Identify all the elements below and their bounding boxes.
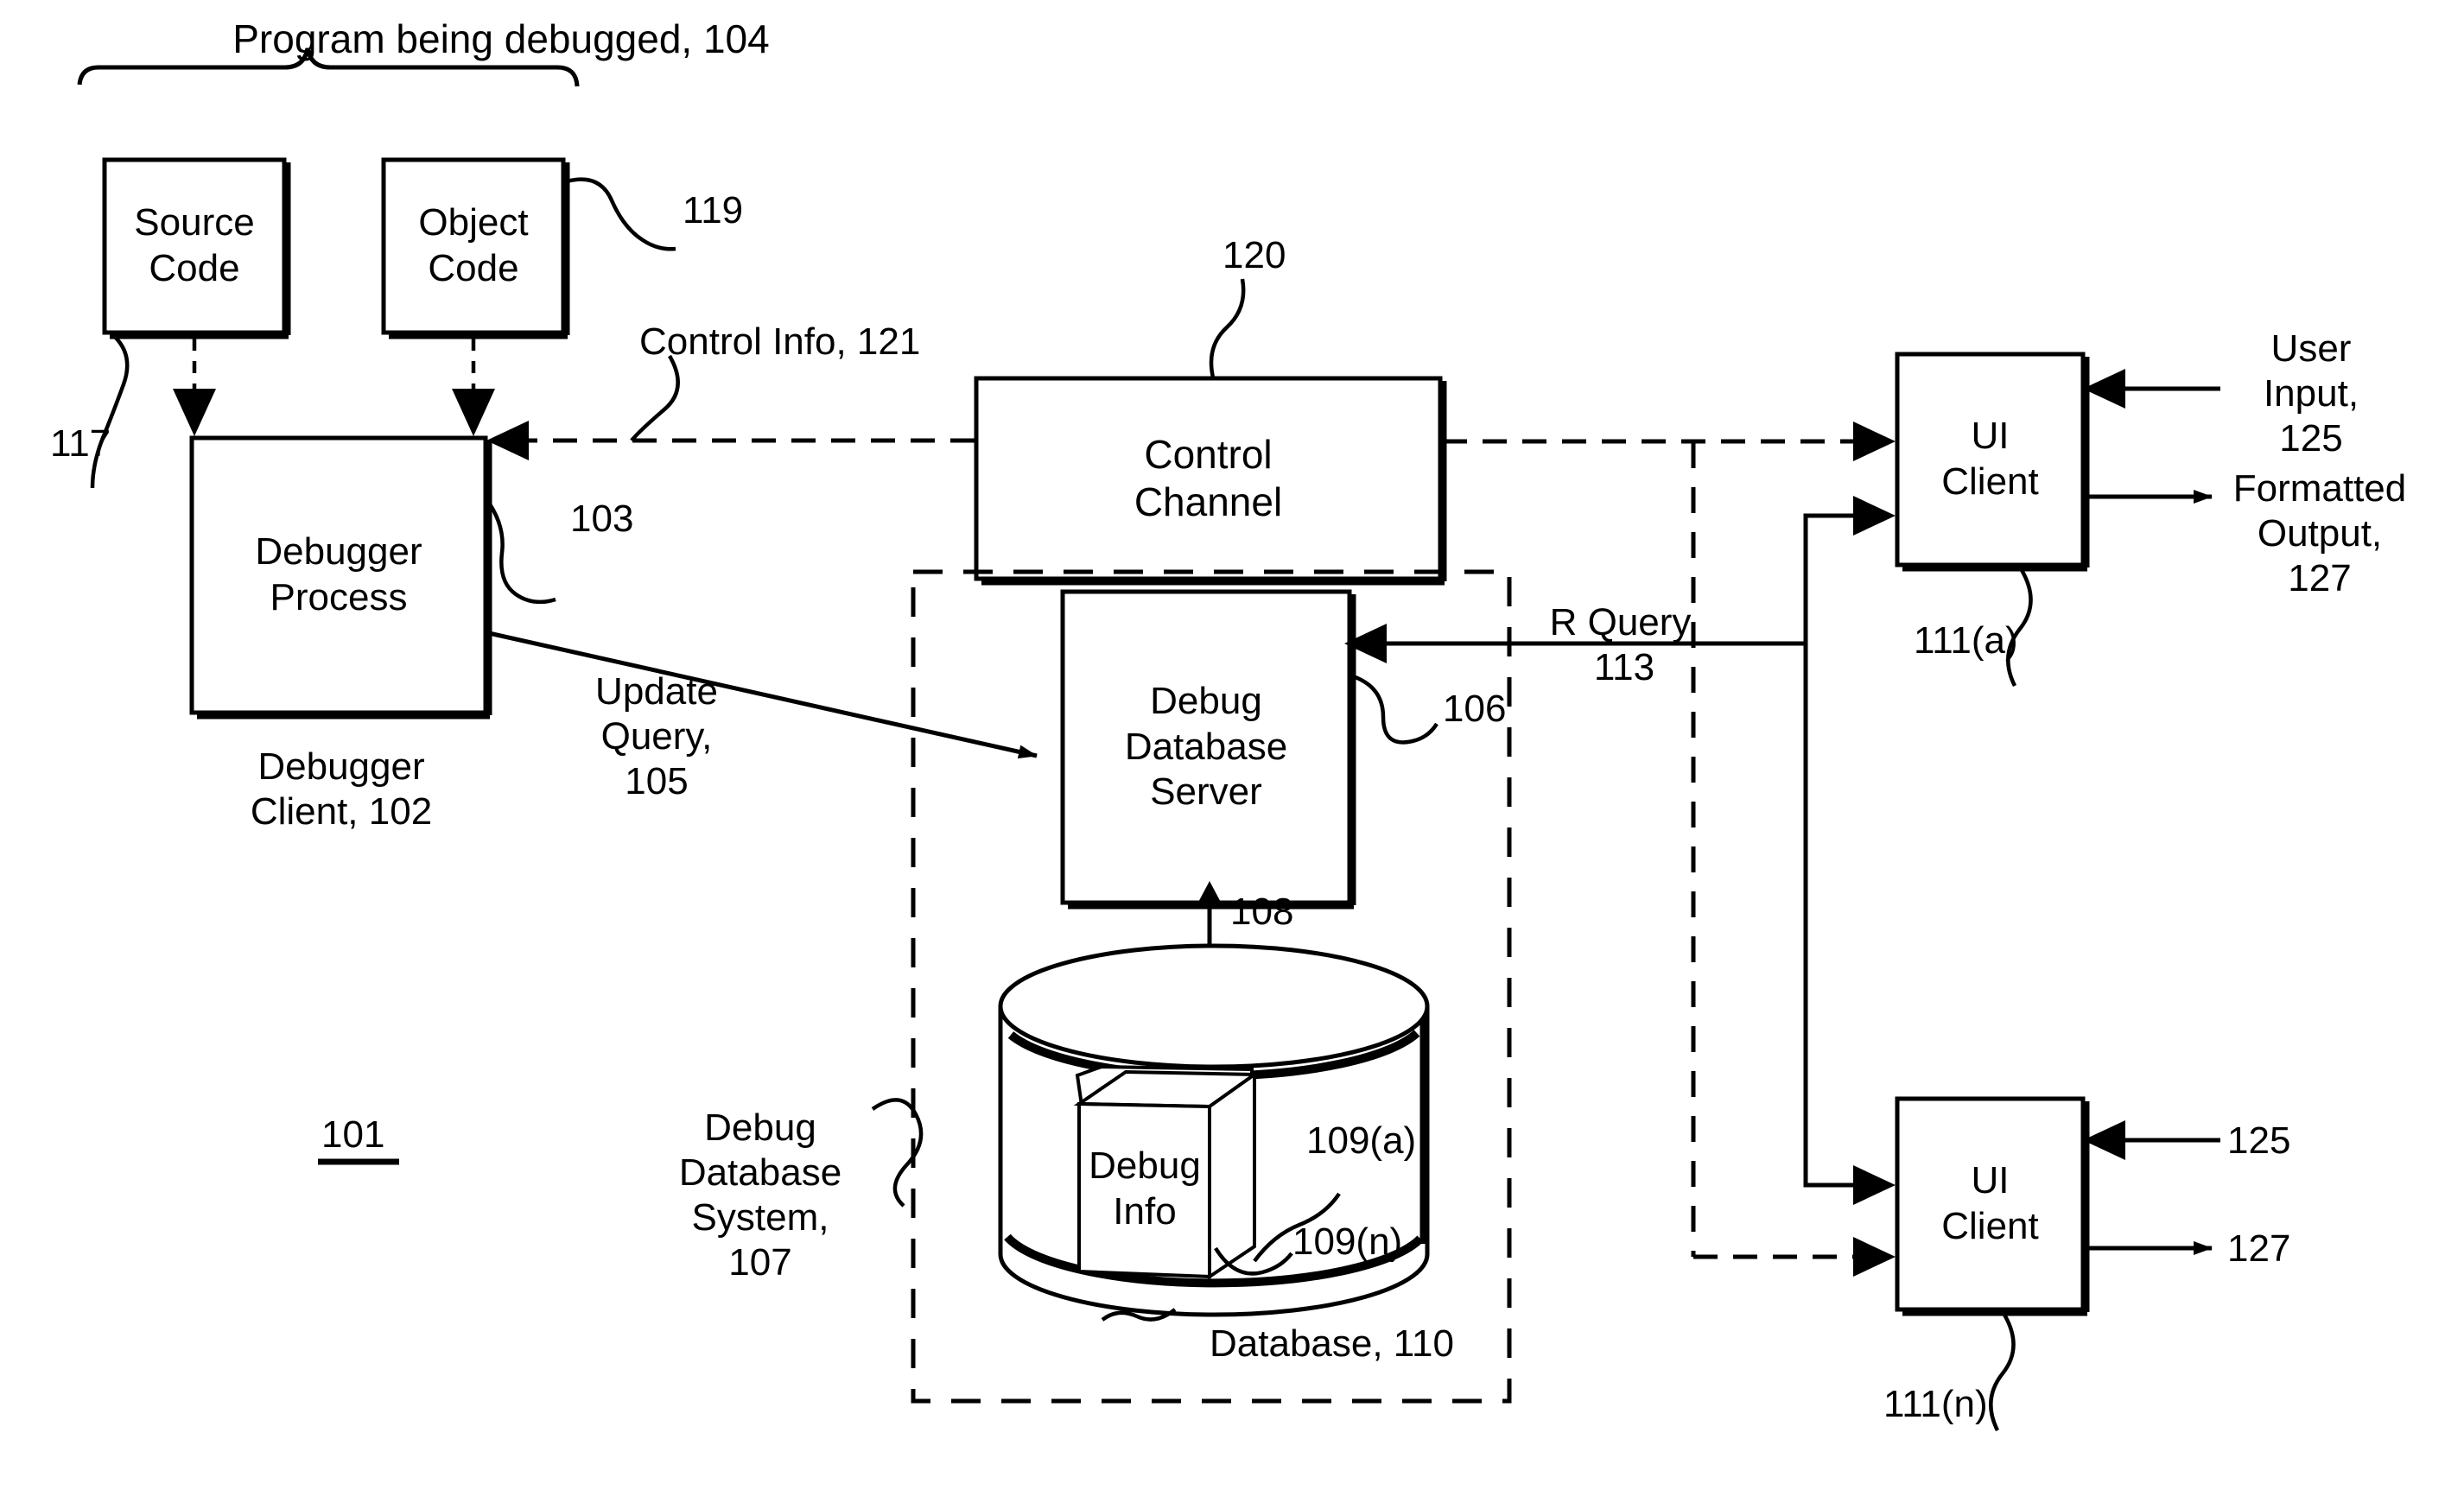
ref-103-leader — [485, 498, 556, 605]
r-query-label: R Query, 113 — [1549, 601, 1699, 688]
ref-108-label: 108 — [1230, 891, 1294, 933]
formatted-output-n-label: 127 — [2227, 1227, 2291, 1270]
ref-109n-label: 109(n) — [1292, 1221, 1403, 1263]
formatted-output-a-label: Formatted Output, 127 — [2232, 467, 2407, 599]
ref-109a-label: 109(a) — [1306, 1119, 1417, 1162]
source-code-label: Source Code — [134, 201, 255, 289]
update-query-label: Update Query, 105 — [595, 670, 718, 802]
ref-120-label: 120 — [1222, 234, 1286, 276]
patent-figure-canvas: Program being debugged, 104 Source Code 1… — [0, 0, 2464, 1490]
user-input-n-arrow — [2083, 1120, 2220, 1160]
debug-database-system-label: Debug Database System, 107 — [678, 1106, 842, 1284]
ui-client-a-label: UI Client — [1941, 415, 2039, 503]
ref-119-label: 119 — [683, 189, 744, 231]
ref-103-label: 103 — [570, 498, 634, 540]
control-channel-label: Control Channel — [1134, 431, 1283, 524]
control-info-label: Control Info, 121 — [639, 320, 921, 363]
user-input-n-label: 125 — [2227, 1119, 2291, 1162]
ref-121-leader — [630, 354, 680, 442]
ref-120-leader — [1209, 278, 1246, 378]
r-query-riser-to-ui-client-n — [1803, 644, 1896, 1205]
ref-111n-label: 111(n) — [1883, 1383, 1988, 1425]
ref-106-label: 106 — [1443, 688, 1507, 730]
debug-info-label: Debug Info — [1089, 1144, 1201, 1233]
program-being-debugged-label: Program being debugged, 104 — [232, 16, 770, 61]
ui-client-n-label: UI Client — [1941, 1159, 2039, 1247]
system-ref-label: 101 — [321, 1113, 385, 1156]
r-query-riser-to-ui-client-a — [1803, 496, 1896, 644]
debugger-process-label: Debugger Process — [255, 530, 422, 618]
control-bus-to-ui-client-n-line — [1693, 1237, 1896, 1277]
control-channel-to-ui-client-a-line — [1443, 422, 1896, 461]
debug-database-server-label: Debug Database Server — [1124, 679, 1288, 814]
ref-111a-label: 111(a) — [1914, 619, 2018, 662]
ref-106-leader — [1349, 673, 1438, 745]
ref-119-leader — [566, 177, 676, 251]
user-input-a-arrow — [2083, 369, 2220, 409]
debugger-client-caption: Debugger Client, 102 — [250, 745, 433, 833]
object-code-label: Object Code — [418, 201, 529, 289]
ref-117-label: 117 — [50, 422, 111, 465]
object-to-debugger-arrow — [452, 339, 495, 436]
control-info-dashed-line — [486, 421, 975, 460]
source-to-debugger-arrow — [173, 339, 216, 436]
ref-111n-leader — [1989, 1313, 2016, 1432]
database-region-label: Database, 110 — [1210, 1322, 1454, 1365]
user-input-a-label: User Input, 125 — [2263, 327, 2359, 460]
